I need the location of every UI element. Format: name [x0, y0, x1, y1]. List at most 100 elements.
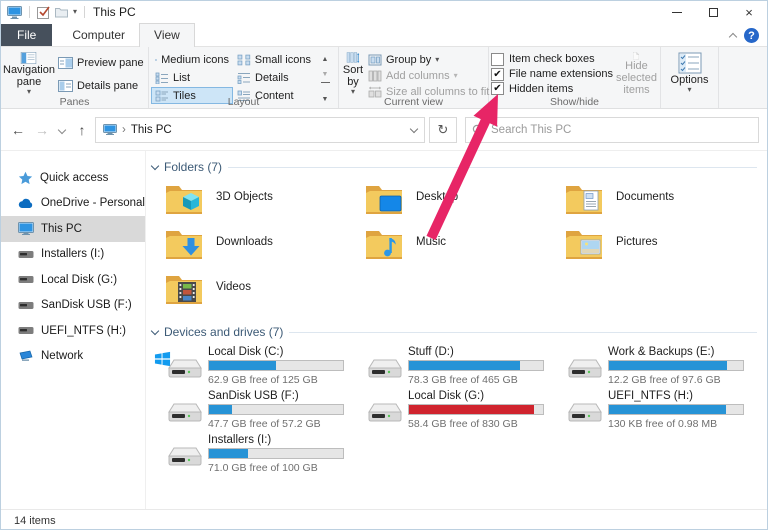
search-box[interactable] [465, 116, 759, 143]
drive-usage-bar [208, 448, 344, 459]
folder-tile-music[interactable]: Music [360, 226, 550, 271]
sidebar-item-label: UEFI_NTFS (H:) [41, 324, 126, 337]
collapse-ribbon-icon[interactable] [728, 32, 738, 42]
options-button[interactable]: Options ▾ [663, 49, 716, 96]
up-button[interactable]: ↑ [71, 122, 93, 138]
divider [29, 6, 30, 18]
scroll-up-icon[interactable]: ▲ [317, 52, 333, 66]
help-icon[interactable]: ? [744, 28, 759, 43]
details-pane-button[interactable]: Details pane [55, 78, 147, 94]
tab-computer[interactable]: Computer [58, 24, 139, 46]
sort-by-button[interactable]: Sort by ▾ [341, 49, 365, 96]
sidebar-item-this-pc[interactable]: This PC [1, 216, 145, 242]
drive-icon [568, 359, 602, 378]
drive-icon [18, 327, 34, 335]
layout-label: Details [255, 71, 289, 84]
group-by-button[interactable]: Group by ▾ [365, 52, 492, 68]
drive-tile-e[interactable]: Work & Backups (E:) 12.2 GB free of 97.6… [560, 346, 756, 390]
sidebar-item-onedrive[interactable]: OneDrive - Personal [1, 191, 145, 217]
ribbon-group-show-hide: Item check boxes ✔ File name extensions … [489, 47, 661, 108]
add-columns-button[interactable]: Add columns ▾ [365, 68, 492, 84]
section-title: Folders (7) [164, 160, 223, 174]
layout-label: Medium icons [161, 53, 229, 66]
folder-tile-desktop[interactable]: Desktop [360, 181, 550, 226]
tab-view[interactable]: View [139, 23, 195, 47]
folder-tile-3d-objects[interactable]: 3D Objects [160, 181, 350, 226]
medium-icons-icon [155, 58, 158, 61]
checkbox-checked-icon[interactable]: ✔ [491, 67, 504, 81]
group-by-icon [368, 54, 382, 66]
close-button[interactable]: × [731, 1, 767, 23]
more-layouts-icon[interactable]: ▼ [317, 82, 333, 103]
hidden-items-checkbox[interactable]: ✔ Hidden items [491, 81, 613, 96]
collapse-section-icon[interactable] [150, 326, 160, 336]
details-pane-icon [57, 80, 73, 92]
breadcrumb-box[interactable]: › This PC [95, 116, 425, 143]
sidebar-item-uefi-ntfs-h[interactable]: UEFI_NTFS (H:) [1, 318, 145, 344]
drive-caption: 12.2 GB free of 97.6 GB [608, 374, 721, 386]
refresh-button[interactable]: ↻ [429, 116, 457, 143]
maximize-button[interactable] [695, 1, 731, 23]
items-count: 14 items [14, 514, 56, 527]
checkbox-checked-icon[interactable]: ✔ [491, 82, 504, 96]
customize-qat-icon[interactable]: ▾ [73, 8, 77, 16]
forward-button[interactable]: → [31, 122, 53, 138]
layout-medium-icons[interactable]: Medium icons [151, 51, 233, 68]
drive-tile-h[interactable]: UEFI_NTFS (H:) 130 KB free of 0.98 MB [560, 390, 756, 434]
sidebar-item-label: Network [41, 350, 84, 363]
folder-tile-downloads[interactable]: Downloads [160, 226, 350, 271]
tab-file[interactable]: File [1, 24, 53, 46]
sidebar-item-local-disk-g[interactable]: Local Disk (G:) [1, 267, 145, 293]
layout-small-icons[interactable]: Small icons [233, 51, 315, 68]
drive-tile-f[interactable]: SanDisk USB (F:) 47.7 GB free of 57.2 GB [160, 390, 356, 434]
breadcrumb-location[interactable]: This PC [131, 124, 172, 136]
search-input[interactable] [489, 122, 752, 137]
item-check-boxes-checkbox[interactable]: Item check boxes [491, 52, 613, 67]
minimize-icon [672, 11, 682, 13]
drive-tile-g[interactable]: Local Disk (G:) 58.4 GB free of 830 GB [360, 390, 556, 434]
drive-icon [168, 447, 202, 466]
scroll-down-icon[interactable]: ▼ [317, 67, 333, 81]
folder-tile-documents[interactable]: Documents [560, 181, 750, 226]
drive-tile-i[interactable]: Installers (I:) 71.0 GB free of 100 GB [160, 434, 356, 478]
folder-tile-videos[interactable]: Videos [160, 271, 350, 316]
cloud-icon [18, 198, 33, 208]
drive-name: Local Disk (G:) [408, 390, 485, 402]
drive-icon [368, 403, 402, 422]
drive-usage-fill [209, 361, 276, 370]
hide-selected-items-button[interactable]: Hide selected items [615, 49, 658, 96]
preview-pane-button[interactable]: Preview pane [55, 55, 147, 71]
navigation-pane-button[interactable]: Navigation pane ▾ [3, 49, 55, 96]
breadcrumb[interactable]: › This PC [96, 124, 404, 136]
drive-tile-c[interactable]: Local Disk (C:) 62.9 GB free of 125 GB [154, 346, 356, 390]
preview-pane-icon [57, 57, 73, 69]
section-header-devices: Devices and drives (7) [150, 324, 763, 340]
properties-icon[interactable] [37, 6, 50, 19]
checkbox-icon[interactable] [491, 52, 504, 66]
minimize-button[interactable] [659, 1, 695, 23]
recent-locations-icon[interactable] [55, 122, 69, 138]
drive-usage-bar [608, 404, 744, 415]
new-folder-icon[interactable] [55, 6, 68, 18]
file-name-extensions-checkbox[interactable]: ✔ File name extensions [491, 67, 613, 82]
navigation-pane-icon [21, 52, 37, 64]
hidden-items-label: Hidden items [509, 82, 574, 95]
address-bar: ← → ↑ › This PC ↻ [1, 109, 767, 151]
sidebar-item-installers-i[interactable]: Installers (I:) [1, 242, 145, 268]
layout-list[interactable]: List [151, 69, 233, 86]
drive-tile-d[interactable]: Stuff (D:) 78.3 GB free of 465 GB [360, 346, 556, 390]
group-label-panes: Panes [59, 96, 90, 108]
folder-name: Desktop [416, 191, 459, 203]
sidebar-item-label: This PC [41, 222, 82, 235]
sidebar-item-network[interactable]: Network [1, 344, 145, 370]
back-button[interactable]: ← [7, 122, 29, 138]
folder-tile-pictures[interactable]: Pictures [560, 226, 750, 271]
file-list: Folders (7) 3D Objects Desktop Documents [146, 151, 767, 509]
drive-caption: 130 KB free of 0.98 MB [608, 418, 718, 430]
sidebar-item-quick-access[interactable]: Quick access [1, 165, 145, 191]
collapse-section-icon[interactable] [150, 161, 160, 171]
sidebar-item-sandisk-f[interactable]: SanDisk USB (F:) [1, 293, 145, 319]
layout-details[interactable]: Details [233, 69, 315, 86]
star-icon [18, 171, 33, 184]
address-dropdown-icon[interactable] [404, 124, 424, 134]
